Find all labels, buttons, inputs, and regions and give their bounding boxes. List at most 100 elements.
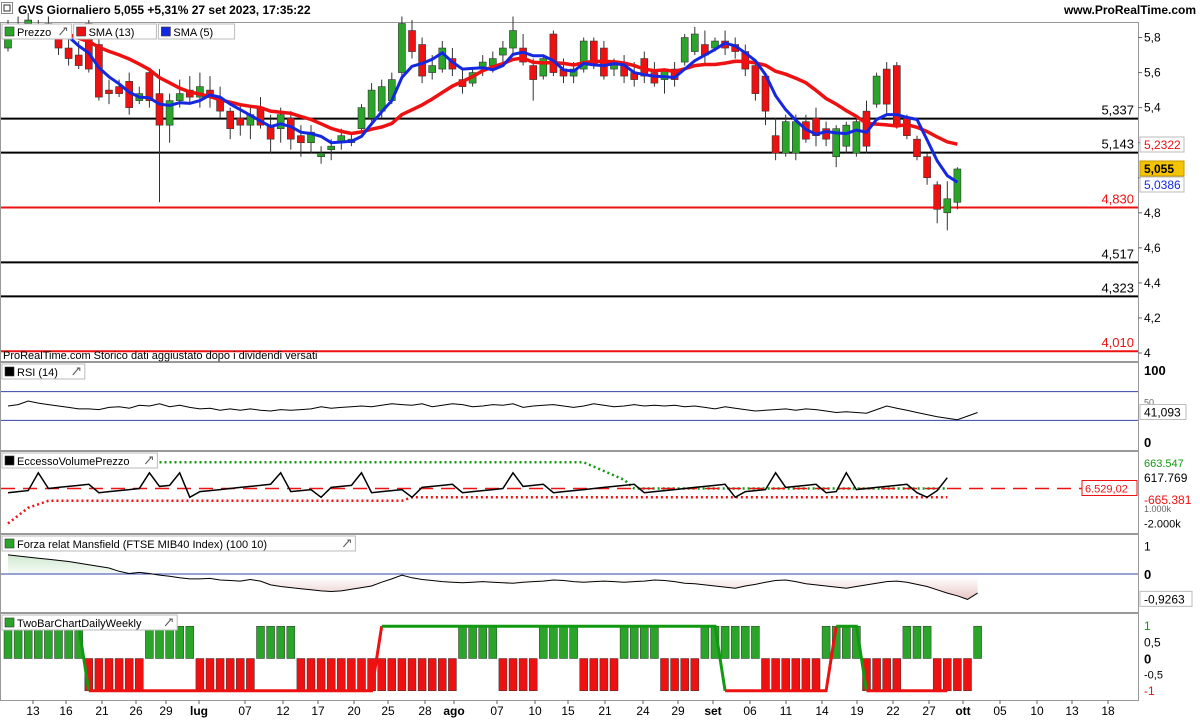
x-tick-label: 24 <box>636 704 650 718</box>
x-tick-label: lug <box>190 704 208 718</box>
price-tick-label: 4 <box>1144 346 1151 360</box>
last-value-label: 5,2322 <box>1144 138 1181 152</box>
candle <box>842 124 851 147</box>
twobar-bar <box>912 625 922 659</box>
candle <box>317 152 325 158</box>
candle <box>428 65 437 73</box>
badge-swatch <box>4 455 15 466</box>
twobar-bar <box>94 658 104 692</box>
twobar-tick-label: 0,5 <box>1144 635 1161 649</box>
twobar-bar <box>326 658 336 692</box>
twobar-bar <box>276 625 285 659</box>
candle <box>680 37 689 63</box>
price-note: ProRealTime.com Storico dati aggiustato … <box>3 350 317 362</box>
twobar-bar <box>215 658 225 692</box>
panel-badge-label: SMA (5) <box>173 27 213 39</box>
twobar-bar <box>387 658 397 692</box>
candle <box>852 121 861 154</box>
twobar-bar <box>579 658 588 692</box>
twobar-bar <box>114 658 124 692</box>
candle <box>610 65 618 70</box>
panel-badge-label: TwoBarChartDailyWeekly <box>17 618 142 630</box>
chart-canvas[interactable]: 5,85,65,45,254,84,64,44,245,3375,1434,83… <box>0 0 1200 720</box>
twobar-bar <box>902 625 912 659</box>
panel-badge-label: RSI (14) <box>17 367 58 379</box>
sma5-line <box>7 23 959 184</box>
twobar-bar <box>922 625 932 659</box>
twobar-bar <box>145 625 154 659</box>
candle <box>155 93 164 126</box>
twobar-bar <box>821 625 831 659</box>
twobar-bar <box>246 658 255 692</box>
twobar-bar <box>165 625 174 659</box>
twobar-bar <box>751 625 760 659</box>
twobar-tick-label: 0 <box>1144 652 1151 667</box>
x-tick-label: 19 <box>850 704 864 718</box>
twobar-bar <box>761 658 770 692</box>
twobar-bar <box>650 625 659 659</box>
twobar-bar <box>185 625 195 659</box>
x-tick-label: 11 <box>780 704 793 718</box>
candle <box>418 44 426 77</box>
x-tick-label: 13 <box>1065 704 1079 718</box>
x-tick-label: 29 <box>159 704 173 718</box>
rsi-line <box>7 400 978 421</box>
price-tick-label: 5,4 <box>1144 101 1161 115</box>
twobar-bar <box>741 625 750 659</box>
x-tick-label: 25 <box>381 704 395 718</box>
badge-swatch <box>4 366 15 377</box>
candle <box>933 184 942 210</box>
mansfield-last-label: -0,9263 <box>1144 592 1185 606</box>
twobar-bar <box>528 658 538 692</box>
candle <box>236 117 245 126</box>
twobar-bar <box>135 658 144 692</box>
twobar-bar <box>296 658 306 692</box>
mansfield-tick-label: 0 <box>1144 567 1151 582</box>
price-panel-frame <box>0 22 1139 362</box>
rsi-last-label: 41,093 <box>1144 405 1181 419</box>
candle <box>297 135 305 143</box>
twobar-bar <box>458 625 467 659</box>
twobar-bar <box>791 658 801 692</box>
candle <box>771 135 780 154</box>
twobar-bar <box>407 658 417 692</box>
rsi-tick-label: 100 <box>1144 363 1166 378</box>
twobar-bar <box>64 625 73 659</box>
price-tick-label: 5,6 <box>1144 66 1161 80</box>
twobar-bar <box>13 625 23 659</box>
panel-badge-label: Forza relat Mansfield (FTSE MIB40 Index)… <box>17 539 267 551</box>
x-tick-label: 07 <box>238 704 252 718</box>
twobar-bar <box>23 625 33 659</box>
eccesso-tick-label: 617.769 <box>1144 471 1188 485</box>
level-label: 4,010 <box>1101 335 1134 350</box>
price-tick-label: 4,2 <box>1144 311 1161 325</box>
badge-swatch <box>4 26 15 37</box>
candle <box>367 89 376 119</box>
eccesso-last-label: 6.529,02 <box>1085 484 1128 496</box>
candle <box>529 65 538 80</box>
twobar-bar <box>175 625 184 659</box>
candle <box>650 72 659 84</box>
x-tick-label: ott <box>955 704 970 718</box>
x-tick-label: 18 <box>1101 704 1115 718</box>
twobar-bar <box>720 625 730 659</box>
twobar-bar <box>397 658 407 692</box>
x-tick-label: 26 <box>129 704 143 718</box>
twobar-bar <box>943 658 952 692</box>
twobar-bar <box>316 658 326 692</box>
twobar-bar <box>953 658 962 692</box>
panel-badge-label: Prezzo <box>17 27 51 39</box>
eccesso-tick-label: 663.547 <box>1144 458 1184 470</box>
mansfield-area <box>8 554 978 600</box>
badge-swatch <box>161 26 171 37</box>
twobar-bar <box>205 658 215 692</box>
twobar-bar <box>640 625 649 659</box>
candle <box>690 33 699 52</box>
last-value-label: 5,0386 <box>1144 178 1181 192</box>
candle <box>276 114 285 129</box>
level-label: 4,830 <box>1101 192 1134 207</box>
twobar-bar <box>256 625 265 659</box>
twobar-bar <box>448 658 457 692</box>
twobar-bar <box>347 658 356 692</box>
rsi-tick-label: 0 <box>1144 435 1151 450</box>
